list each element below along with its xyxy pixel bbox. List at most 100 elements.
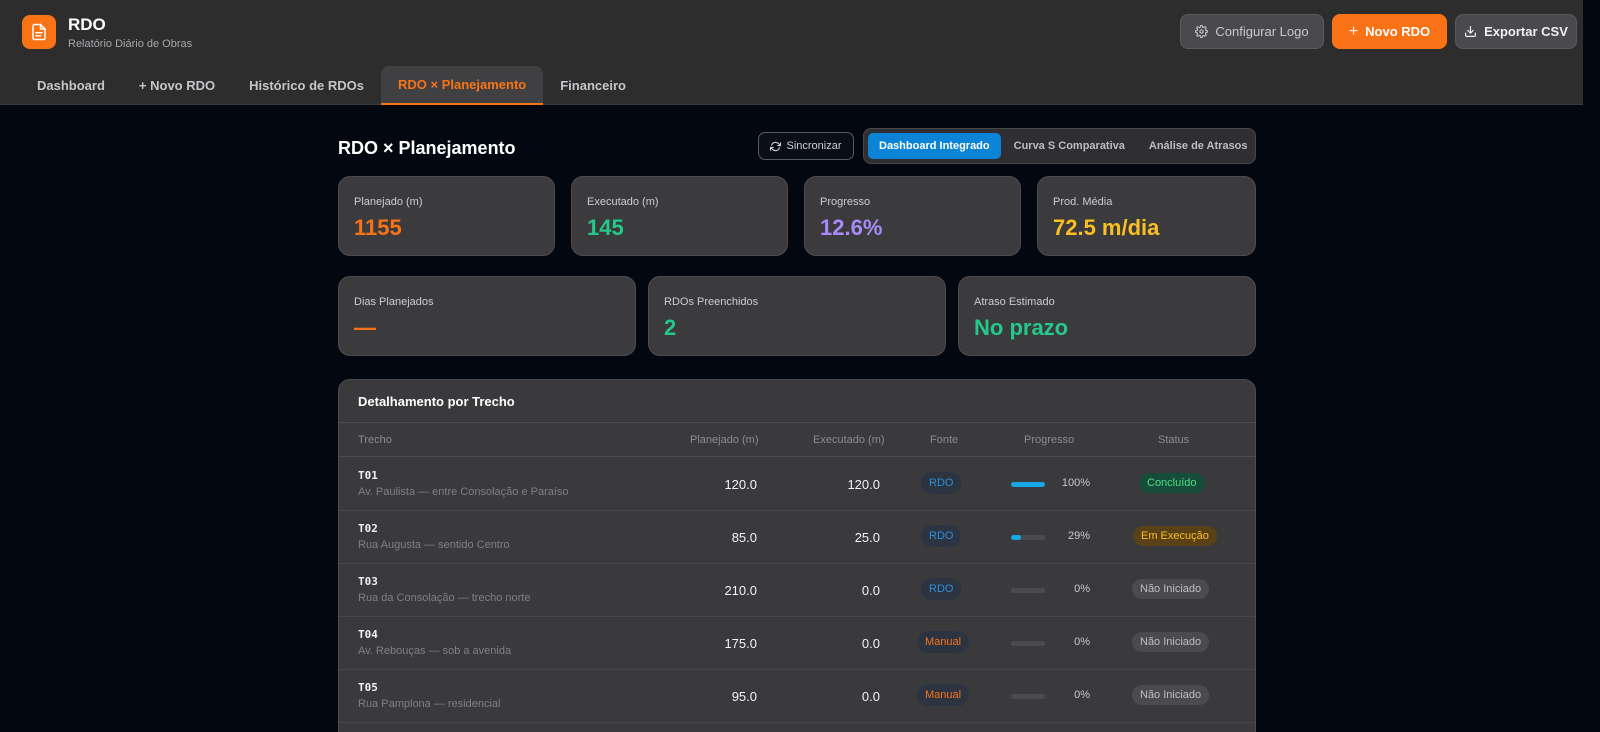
app-header: RDO Relatório Diário de Obras Configurar… <box>0 0 1583 105</box>
configure-logo-button[interactable]: Configurar Logo <box>1180 14 1324 49</box>
kpi-card-atraso-estimado: Atraso Estimado No prazo <box>958 276 1256 356</box>
page-title: RDO × Planejamento <box>338 138 516 158</box>
kpi-value: 12.6% <box>820 215 883 240</box>
planejado-value: 175.0 <box>724 636 757 651</box>
trecho-description: Rua Augusta — sentido Centro <box>358 539 510 551</box>
col-fonte: Fonte <box>930 434 959 446</box>
kpi-value: No prazo <box>974 315 1069 340</box>
kpi-value: 72.5 m/dia <box>1053 215 1160 240</box>
progress-bar-fill <box>1011 482 1045 487</box>
fonte-badge: RDO <box>921 525 962 547</box>
trecho-table-card: Detalhamento por Trecho Trecho Planejado… <box>338 379 1256 732</box>
table-header: Trecho Planejado (m) Executado (m) Fonte… <box>339 422 1255 457</box>
trecho-code: T01 <box>358 469 378 482</box>
progress-percent: 0% <box>1074 689 1090 701</box>
export-csv-button[interactable]: Exportar CSV <box>1455 14 1577 49</box>
table-row[interactable]: T03 Rua da Consolação — trecho norte 210.0… <box>339 564 1255 617</box>
planejado-value: 95.0 <box>731 689 757 704</box>
status-badge: Em Execução <box>1133 526 1217 546</box>
sync-button[interactable]: Sincronizar <box>758 132 854 160</box>
kpi-label: Executado (m) <box>587 196 659 208</box>
progress-bar <box>1011 535 1045 540</box>
progress-bar <box>1011 641 1045 646</box>
progress-percent: 0% <box>1074 583 1090 595</box>
tab-novo-rdo[interactable]: + Novo RDO <box>122 66 232 105</box>
status-badge: Não Iniciado <box>1132 632 1210 652</box>
planejado-value: 85.0 <box>731 530 757 545</box>
col-progresso: Progresso <box>1024 434 1075 446</box>
gear-icon <box>1195 25 1209 38</box>
trecho-code: T03 <box>358 575 378 588</box>
export-csv-label: Exportar CSV <box>1484 24 1568 39</box>
kpi-label: Progresso <box>820 196 871 208</box>
kpi-card-executado: Executado (m) 145 <box>571 176 788 256</box>
new-rdo-button[interactable]: + Novo RDO <box>1332 14 1447 49</box>
status-badge: Não Iniciado <box>1132 685 1210 705</box>
kpi-label: Planejado (m) <box>354 196 423 208</box>
trecho-description: Av. Paulista — entre Consolação e Paraís… <box>358 486 569 498</box>
kpi-card-progresso: Progresso 12.6% <box>804 176 1021 256</box>
download-icon <box>1465 26 1477 37</box>
trecho-description: Av. Rebouças — sob a avenida <box>358 645 512 657</box>
progress-percent: 0% <box>1074 636 1090 648</box>
tab-rdo-planejamento[interactable]: RDO × Planejamento <box>380 66 544 105</box>
kpi-label: Prod. Média <box>1053 196 1113 208</box>
kpi-label: Atraso Estimado <box>974 296 1055 308</box>
table-row[interactable]: T05 Rua Pamplona — residencial 95.0 0.0 Manu… <box>339 670 1255 723</box>
kpi-card-prod-media: Prod. Média 72.5 m/dia <box>1037 176 1256 256</box>
fonte-badge: Manual <box>917 631 970 653</box>
table-row[interactable]: T01 Av. Paulista — entre Consolação e Par… <box>339 458 1255 511</box>
app-subtitle: Relatório Diário de Obras <box>68 38 193 50</box>
kpi-card-dias-planejados: Dias Planejados — <box>338 276 636 356</box>
planejado-value: 210.0 <box>724 583 757 598</box>
segment-curva-s[interactable]: Curva S Comparativa <box>1003 133 1136 159</box>
executado-value: 120.0 <box>847 477 880 492</box>
kpi-label: RDOs Preenchidos <box>664 296 759 308</box>
main-tabs: Dashboard + Novo RDO Histórico de RDOs R… <box>20 66 643 105</box>
kpi-label: Dias Planejados <box>354 296 434 308</box>
progress-bar-fill <box>1011 535 1021 540</box>
sync-label: Sincronizar <box>786 140 842 152</box>
app-title: RDO <box>68 15 106 34</box>
col-status: Status <box>1158 434 1190 446</box>
progress-bar <box>1011 482 1045 487</box>
trecho-description: Rua Pamplona — residencial <box>358 698 501 710</box>
kpi-card-rdos-preenchidos: RDOs Preenchidos 2 <box>648 276 946 356</box>
executado-value: 0.0 <box>861 636 880 651</box>
executado-value: 25.0 <box>854 530 880 545</box>
new-rdo-label: Novo RDO <box>1365 24 1431 39</box>
kpi-value: 2 <box>664 315 677 340</box>
segment-dashboard-integrado[interactable]: Dashboard Integrado <box>868 133 1001 159</box>
executado-value: 0.0 <box>861 583 880 598</box>
kpi-card-planejado: Planejado (m) 1155 <box>338 176 555 256</box>
status-badge: Não Iniciado <box>1132 579 1210 599</box>
segment-analise-atrasos[interactable]: Análise de Atrasos <box>1138 133 1259 159</box>
fonte-badge: RDO <box>921 472 962 494</box>
tab-financeiro[interactable]: Financeiro <box>543 66 643 105</box>
table-title: Detalhamento por Trecho <box>358 394 515 409</box>
kpi-value: — <box>354 315 376 340</box>
configure-logo-label: Configurar Logo <box>1215 24 1309 39</box>
trecho-code: T04 <box>358 628 378 641</box>
kpi-value: 145 <box>587 215 624 240</box>
refresh-icon <box>770 141 782 151</box>
progress-percent: 100% <box>1061 477 1090 489</box>
progress-percent: 29% <box>1067 530 1090 542</box>
table-row[interactable]: T04 Av. Rebouças — sob a avenida 175.0 0.0 M… <box>339 617 1255 670</box>
tab-historico[interactable]: Histórico de RDOs <box>232 66 381 105</box>
col-planejado: Planejado (m) <box>690 434 759 446</box>
progress-bar <box>1011 694 1045 699</box>
progress-bar <box>1011 588 1045 593</box>
fonte-badge: RDO <box>921 578 962 600</box>
col-executado: Executado (m) <box>813 434 885 446</box>
fonte-badge: Manual <box>917 684 970 706</box>
col-trecho: Trecho <box>358 434 392 446</box>
kpi-value: 1155 <box>354 215 402 240</box>
planejado-value: 120.0 <box>724 477 757 492</box>
trecho-description: Rua da Consolação — trecho norte <box>358 592 531 604</box>
view-segmented-control: Dashboard Integrado Curva S Comparativa … <box>863 128 1256 164</box>
table-row[interactable]: T02 Rua Augusta — sentido Centro 85.0 25.0 R… <box>339 511 1255 564</box>
trecho-code: T05 <box>358 681 378 694</box>
plus-icon: + <box>1348 22 1359 40</box>
tab-dashboard[interactable]: Dashboard <box>20 66 122 105</box>
